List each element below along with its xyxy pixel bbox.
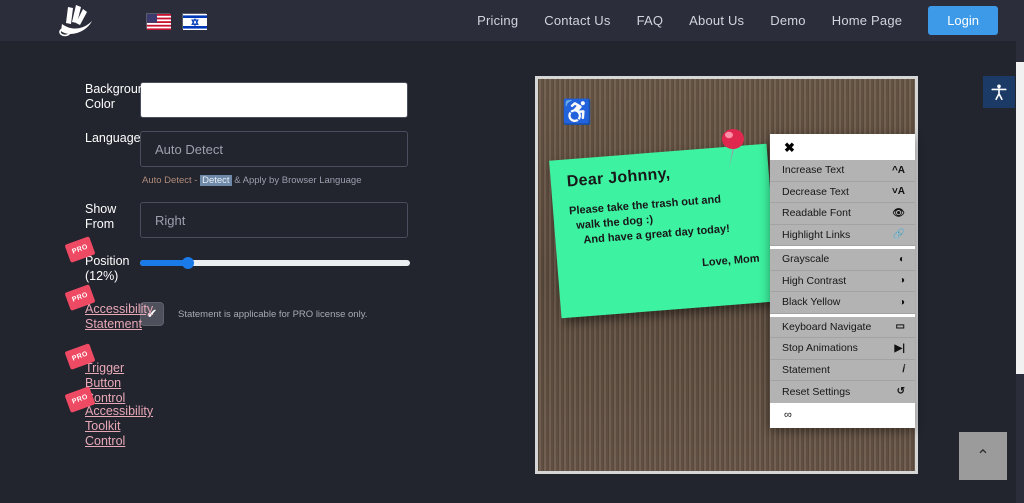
nav-link-home-page[interactable]: Home Page [832, 13, 902, 28]
page-scrollbar[interactable] [1016, 0, 1024, 503]
high-contrast-icon: ◑ [898, 275, 905, 287]
settings-panel: Background Color Language Auto Detect Au… [0, 41, 520, 503]
setting-position: PRO Position (12%) [0, 236, 520, 284]
toolkit-item-decrease-text[interactable]: Decrease Text ˅A [770, 182, 915, 203]
toolkit-item-label: Readable Font [782, 207, 851, 220]
accessibility-trigger-button[interactable] [983, 76, 1015, 108]
accessibility-statement-note: Statement is applicable for PRO license … [178, 308, 368, 320]
nav-links: Pricing Contact Us FAQ About Us Demo Hom… [477, 6, 998, 35]
nav-link-contact[interactable]: Contact Us [544, 13, 610, 28]
background-color-input[interactable] [140, 82, 408, 118]
info-icon: 𝑖 [902, 364, 905, 376]
toolkit-item-grayscale[interactable]: Grayscale ◐ [770, 249, 915, 271]
toolkit-item-stop-animations[interactable]: Stop Animations ▶| [770, 338, 915, 360]
accessibility-statement-label[interactable]: PRO Accessibility Statement [0, 284, 153, 332]
eye-icon: 👁 [892, 207, 905, 219]
stop-animations-icon: ▶| [894, 342, 906, 354]
toolkit-item-statement[interactable]: Statement 𝑖 [770, 360, 915, 381]
slider-thumb[interactable] [182, 257, 194, 269]
toolkit-item-black-yellow[interactable]: Black Yellow ◑ [770, 292, 915, 314]
language-label: Language [85, 131, 141, 145]
slider-fill [140, 260, 188, 266]
toolkit-item-reset-settings[interactable]: Reset Settings ↺ [770, 381, 915, 403]
setting-background-color: Background Color [0, 82, 520, 118]
note-signature: Love, Mom [701, 252, 760, 270]
flag-il[interactable] [182, 12, 207, 30]
language-select[interactable]: Auto Detect [140, 131, 408, 167]
show-from-select[interactable]: Right [140, 202, 408, 238]
login-button[interactable]: Login [928, 6, 998, 35]
language-hint-prefix: Auto Detect - [142, 175, 201, 186]
setting-show-from: Show From Right [0, 202, 520, 238]
keyboard-icon: ▭ [895, 321, 905, 333]
scroll-to-top-button[interactable]: ⌃ [959, 432, 1007, 480]
nav-link-about[interactable]: About Us [689, 13, 744, 28]
toolkit-item-label: Highlight Links [782, 228, 851, 241]
accessibility-person-icon [991, 84, 1007, 101]
toolkit-item-readable-font[interactable]: Readable Font 👁 [770, 203, 915, 225]
top-navigation-bar: Pricing Contact Us FAQ About Us Demo Hom… [0, 0, 1016, 41]
feather-pen-logo[interactable] [52, 4, 100, 38]
nav-link-demo[interactable]: Demo [770, 13, 805, 28]
language-hint: Auto Detect - Detect & Apply by Browser … [140, 175, 408, 186]
toolkit-footer: ∞ [770, 402, 915, 428]
language-hint-selected: Detect [200, 175, 232, 186]
background-color-label: Background Color [85, 82, 152, 111]
toolkit-item-label: Stop Animations [782, 342, 858, 355]
flag-us[interactable] [146, 12, 171, 30]
toolkit-header: ✖ [770, 134, 915, 160]
toolkit-item-label: Statement [782, 363, 830, 376]
position-slider[interactable] [140, 254, 410, 272]
toolkit-item-highlight-links[interactable]: Highlight Links 🔗 [770, 225, 915, 246]
close-icon[interactable]: ✖ [784, 141, 795, 154]
show-from-label: Show From [85, 202, 117, 231]
toolkit-item-label: Reset Settings [782, 385, 851, 398]
black-yellow-icon: ◑ [898, 296, 905, 308]
increase-text-icon: ^A [891, 164, 905, 176]
demo-preview-board: ♿ Dear Johnny, Please take the trash out… [535, 76, 918, 474]
accessibility-statement-control: ✔ Statement is applicable for PRO licens… [140, 302, 367, 326]
note-body: Please take the trash out and walk the d… [569, 190, 758, 249]
sticky-note: Dear Johnny, Please take the trash out a… [549, 143, 779, 319]
toolkit-item-label: High Contrast [782, 274, 847, 287]
toolkit-item-label: Grayscale [782, 253, 830, 266]
position-label: PRO Position (12%) [0, 236, 140, 284]
toolkit-item-label: Decrease Text [782, 185, 849, 198]
push-pin-icon [718, 127, 748, 169]
link-icon: 🔗 [892, 229, 905, 241]
reset-icon: ↺ [896, 386, 905, 398]
decrease-text-icon: ˅A [891, 186, 905, 198]
toolkit-item-high-contrast[interactable]: High Contrast ◑ [770, 271, 915, 292]
accessibility-toolkit-control-label[interactable]: PRO Accessibility Toolkit Control [0, 386, 153, 449]
toolkit-item-keyboard-navigate[interactable]: Keyboard Navigate ▭ [770, 317, 915, 338]
toolkit-item-increase-text[interactable]: Increase Text ^A [770, 160, 915, 182]
language-hint-suffix: & Apply by Browser Language [231, 175, 362, 186]
toolkit-item-label: Black Yellow [782, 296, 841, 309]
toolkit-item-label: Keyboard Navigate [782, 320, 872, 333]
setting-accessibility-statement: PRO Accessibility Statement ✔ Statement … [0, 284, 520, 332]
setting-language: Language Auto Detect Auto Detect - Detec… [0, 131, 520, 186]
infinity-link-icon[interactable]: ∞ [784, 409, 792, 421]
nav-link-faq[interactable]: FAQ [637, 13, 664, 28]
grayscale-icon: ◐ [898, 253, 905, 265]
setting-accessibility-toolkit-control: PRO Accessibility Toolkit Control [0, 386, 520, 449]
nav-link-pricing[interactable]: Pricing [477, 13, 518, 28]
scrollbar-thumb[interactable] [1016, 62, 1024, 374]
accessibility-toolkit-control-label-text: Accessibility Toolkit Control [85, 404, 154, 448]
accessibility-statement-label-text: Accessibility Statement [85, 302, 154, 331]
position-label-text: Position (12%) [85, 254, 130, 283]
wheelchair-accessibility-icon: ♿ [562, 99, 592, 126]
chevron-up-icon: ⌃ [976, 448, 990, 465]
language-flag-switcher[interactable] [146, 12, 207, 30]
toolkit-item-label: Increase Text [782, 164, 845, 177]
accessibility-toolkit-menu: ✖ Increase Text ^A Decrease Text ˅A Read… [770, 134, 915, 428]
